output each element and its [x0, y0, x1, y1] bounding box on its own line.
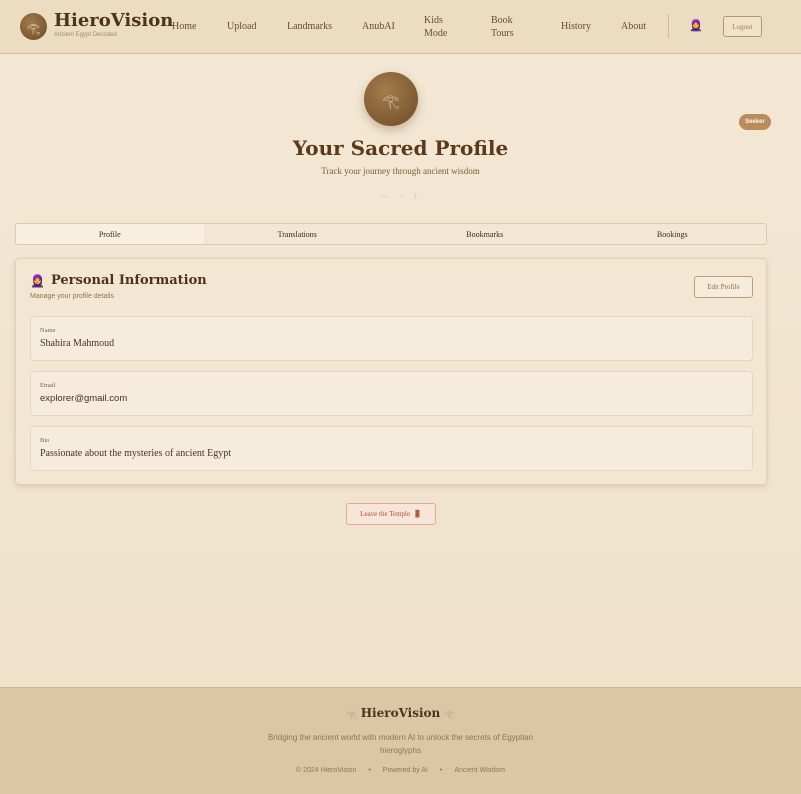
edit-profile-button[interactable]: Edit Profile	[694, 276, 753, 298]
page-title: Your Sacred Profile	[292, 136, 509, 160]
footer: 𓂀 HieroVision 𓂀 Bridging the ancient world…	[0, 687, 801, 794]
rank-badge: Seeker	[739, 114, 771, 130]
field-label: Bio	[40, 437, 50, 444]
nav-landmarks[interactable]: Landmarks	[287, 20, 332, 33]
leave-temple-button[interactable]: Leave the Temple 🚪	[346, 503, 436, 525]
footer-meta: © 2024 HieroVision • Powered by AI • Ancient…	[0, 767, 801, 774]
user-icon[interactable]: 🧕	[689, 19, 703, 32]
leave-label: Leave the Temple	[360, 510, 411, 518]
brand-tagline: Ancient Egypt Decoded	[54, 32, 117, 38]
nav-home[interactable]: Home	[172, 20, 196, 33]
nav-about[interactable]: About	[621, 20, 646, 33]
profile-tabs: Profile Translations Bookmarks Bookings	[15, 223, 767, 245]
tab-profile[interactable]: Profile	[16, 224, 204, 244]
footer-copyright: © 2024 HieroVision	[296, 767, 357, 774]
field-label: Email	[40, 382, 56, 389]
nav-history[interactable]: History	[561, 20, 591, 33]
footer-description: Bridging the ancient world with modern A…	[267, 733, 534, 755]
logout-button[interactable]: Logout	[723, 16, 762, 37]
nav-anubai[interactable]: AnubAI	[362, 20, 395, 33]
bio-field: Bio Passionate about the mysteries of an…	[30, 426, 753, 471]
separator-dot: •	[439, 767, 443, 774]
separator-dot: •	[368, 767, 371, 774]
field-value: Passionate about the mysteries of ancien…	[40, 448, 232, 459]
door-icon: 🚪	[413, 510, 422, 518]
footer-powered: Powered by AI	[382, 767, 428, 774]
profile-avatar: 𓂀	[364, 72, 418, 126]
nav-kids-mode[interactable]: Kids Mode	[424, 14, 454, 40]
tab-bookings[interactable]: Bookings	[579, 224, 767, 244]
nav-upload[interactable]: Upload	[227, 20, 256, 33]
nav-book-tours[interactable]: Book Tours	[491, 14, 521, 40]
footer-brand: HieroVision	[360, 706, 441, 720]
eye-of-horus-icon: 𓂀	[444, 710, 455, 719]
footer-wisdom: Ancient Wisdom	[454, 767, 505, 774]
top-header: 𓂀 HieroVision Ancient Egypt Decoded Home…	[0, 0, 801, 54]
name-field: Name Shahira Mahmoud	[30, 316, 753, 361]
field-label: Name	[40, 327, 56, 334]
tab-translations[interactable]: Translations	[204, 224, 392, 244]
page-subtitle: Track your journey through ancient wisdo…	[321, 166, 480, 176]
eye-of-horus-icon[interactable]: 𓂀	[20, 13, 47, 40]
personal-info-card: 🧕 Personal Information Manage your profi…	[15, 258, 767, 485]
email-field: Email explorer@gmail.com	[30, 371, 753, 416]
tab-bookmarks[interactable]: Bookmarks	[391, 224, 579, 244]
card-title: 🧕 Personal Information	[30, 273, 207, 288]
eye-of-horus-icon: 𓂀	[346, 710, 357, 719]
card-subtitle: Manage your profile details	[30, 293, 115, 300]
field-value: explorer@gmail.com	[40, 393, 128, 404]
card-title-text: Personal Information	[50, 273, 207, 288]
decorative-ornament: — ◦ /	[380, 192, 421, 201]
footer-title: 𓂀 HieroVision 𓂀	[0, 706, 801, 720]
user-icon: 🧕	[30, 273, 45, 288]
brand-name[interactable]: HieroVision	[54, 10, 173, 31]
nav-divider	[668, 14, 669, 38]
field-value: Shahira Mahmoud	[40, 338, 115, 349]
